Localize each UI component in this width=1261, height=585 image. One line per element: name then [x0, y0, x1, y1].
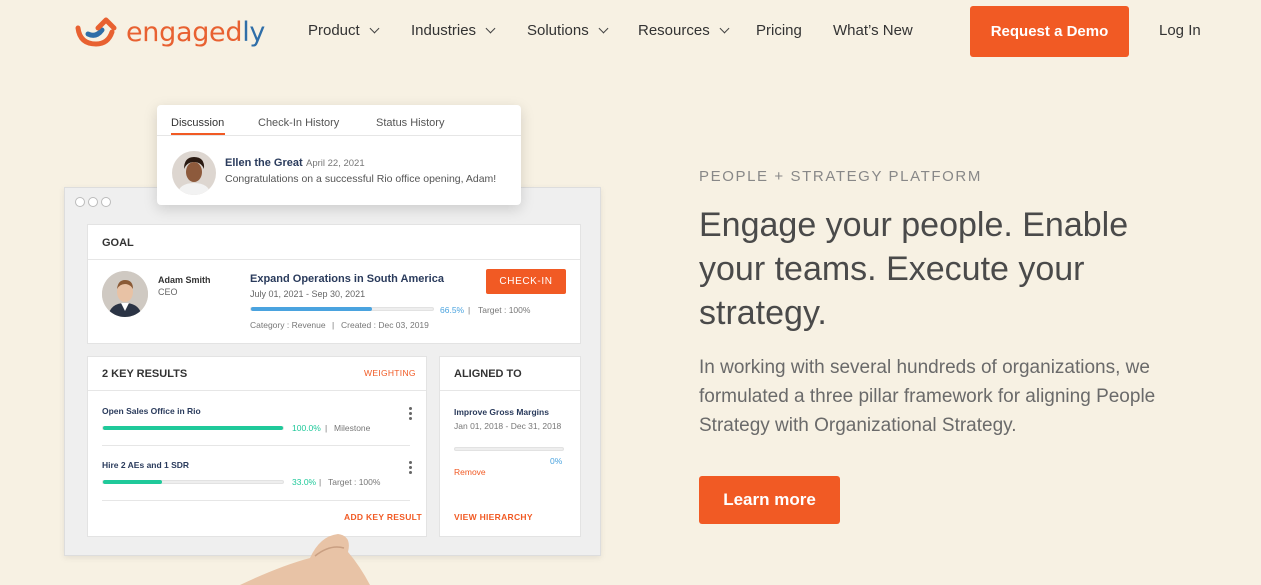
remove-link[interactable]: Remove — [454, 467, 486, 477]
person-avatar-icon — [172, 151, 216, 195]
nav-resources[interactable]: Resources — [638, 22, 730, 39]
tab-status-history[interactable]: Status History — [376, 117, 444, 129]
aligned-progress-label: 0% — [550, 456, 563, 466]
key-result-meta: Milestone — [334, 423, 371, 433]
goal-progress-label: 66.5% — [440, 305, 465, 315]
goal-target: Target : 100% — [478, 305, 531, 315]
goal-card: GOAL Adam Smith CEO Expand Operations in… — [87, 224, 581, 344]
request-demo-button[interactable]: Request a Demo — [970, 6, 1129, 57]
engagedly-logo[interactable]: engagedly — [74, 14, 265, 50]
top-navigation: engagedly Product Industries Solutions R… — [0, 0, 1261, 64]
weighting-link[interactable]: WEIGHTING — [364, 368, 416, 378]
goal-title[interactable]: Expand Operations in South America — [250, 273, 444, 285]
divider — [88, 390, 426, 391]
goal-created: Created : Dec 03, 2019 — [341, 320, 429, 330]
goal-progress-fill — [251, 307, 373, 311]
goal-target-separator: | — [468, 305, 471, 315]
divider — [102, 500, 410, 501]
window-dot-icon — [88, 197, 98, 207]
key-result-meta-separator: | — [319, 477, 322, 487]
goal-meta-separator: | — [332, 320, 335, 330]
hero-subtext: In working with several hundreds of orga… — [699, 357, 1156, 436]
learn-more-button[interactable]: Learn more — [699, 476, 840, 524]
comment-date: April 22, 2021 — [306, 158, 365, 169]
view-hierarchy-link[interactable]: VIEW HIERARCHY — [454, 512, 533, 522]
goal-dates: July 01, 2021 - Sep 30, 2021 — [250, 289, 366, 299]
discussion-popup: Discussion Check-In History Status Histo… — [157, 105, 521, 205]
key-result-meta-separator: | — [325, 423, 328, 433]
key-result-title[interactable]: Hire 2 AEs and 1 SDR — [102, 460, 189, 470]
more-options-icon[interactable] — [409, 461, 412, 474]
chevron-down-icon — [369, 23, 380, 33]
window-dot-icon — [75, 197, 85, 207]
key-result-progress-label: 33.0% — [292, 477, 317, 487]
aligned-goal-dates: Jan 01, 2018 - Dec 31, 2018 — [454, 421, 562, 431]
goal-progress-bar — [250, 307, 434, 311]
more-options-icon[interactable] — [409, 407, 412, 420]
divider — [157, 135, 521, 136]
owner-role: CEO — [158, 287, 178, 297]
comment-message: Congratulations on a successful Rio offi… — [225, 173, 497, 185]
divider — [102, 445, 410, 446]
hand-illustration — [240, 534, 370, 585]
nav-whats-new[interactable]: What’s New — [833, 22, 913, 39]
key-result-progress-bar — [102, 426, 284, 430]
comment-author: Ellen the Great — [225, 157, 303, 169]
window-controls — [75, 197, 111, 207]
person-avatar-icon — [102, 271, 148, 317]
divider — [440, 390, 580, 391]
add-key-result-link[interactable]: ADD KEY RESULT — [344, 512, 422, 522]
goal-section-title: GOAL — [102, 237, 134, 249]
aligned-to-title: ALIGNED TO — [454, 368, 522, 380]
aligned-progress-bar — [454, 447, 564, 451]
owner-name: Adam Smith — [158, 275, 211, 285]
key-results-card: 2 KEY RESULTS WEIGHTING Open Sales Offic… — [87, 356, 427, 537]
chevron-down-icon — [485, 23, 496, 33]
logo-mark-icon — [75, 17, 117, 47]
window-dot-icon — [101, 197, 111, 207]
check-in-button[interactable]: CHECK-IN — [486, 269, 566, 294]
key-results-title: 2 KEY RESULTS — [102, 368, 188, 380]
nav-product[interactable]: Product — [308, 22, 380, 39]
aligned-goal-title[interactable]: Improve Gross Margins — [454, 407, 549, 417]
app-mockup-window: GOAL Adam Smith CEO Expand Operations in… — [64, 187, 601, 556]
avatar — [172, 151, 216, 195]
nav-pricing[interactable]: Pricing — [756, 22, 802, 39]
hero-eyebrow: PEOPLE + STRATEGY PLATFORM — [699, 168, 982, 185]
login-link[interactable]: Log In — [1159, 22, 1201, 39]
goal-category: Category : Revenue — [250, 320, 326, 330]
key-result-meta: Target : 100% — [328, 477, 381, 487]
tab-check-in-history[interactable]: Check-In History — [258, 117, 339, 129]
key-result-title[interactable]: Open Sales Office in Rio — [102, 406, 201, 416]
divider — [88, 259, 580, 260]
hero-headline: Engage your people. Enable your teams. E… — [699, 206, 1129, 332]
nav-solutions[interactable]: Solutions — [527, 22, 609, 39]
key-result-progress-fill — [103, 480, 163, 484]
nav-industries[interactable]: Industries — [411, 22, 496, 39]
chevron-down-icon — [719, 23, 730, 33]
logo-text: engagedly — [126, 16, 266, 48]
key-result-progress-bar — [102, 480, 284, 484]
chevron-down-icon — [598, 23, 609, 33]
avatar — [102, 271, 148, 317]
key-result-progress-label: 100.0% — [292, 423, 321, 433]
key-result-progress-fill — [103, 426, 283, 430]
tab-discussion[interactable]: Discussion — [171, 117, 224, 129]
aligned-to-card: ALIGNED TO Improve Gross Margins Jan 01,… — [439, 356, 581, 537]
